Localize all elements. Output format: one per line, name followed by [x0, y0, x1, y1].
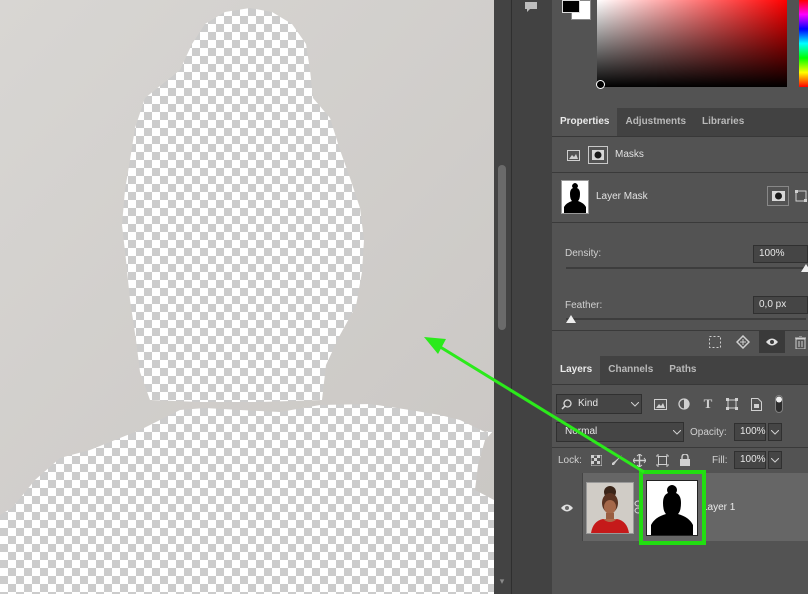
filter-toggle-icon[interactable]	[772, 393, 786, 415]
fill-label: Fill:	[712, 455, 728, 466]
tab-libraries[interactable]: Libraries	[694, 108, 752, 136]
comment-icon[interactable]	[520, 0, 542, 14]
layer-filter-select[interactable]: Kind	[556, 394, 642, 414]
density-slider[interactable]	[566, 267, 806, 269]
visibility-icon[interactable]	[759, 331, 785, 353]
hue-slider[interactable]	[799, 0, 808, 87]
density-label: Density:	[565, 248, 602, 259]
filter-kind-label: Kind	[578, 398, 599, 409]
properties-panel: Properties Adjustments Libraries Masks L…	[552, 108, 808, 354]
color-panel	[552, 0, 808, 105]
lock-transparent-icon[interactable]	[589, 453, 603, 467]
filter-adjustment-icon[interactable]	[676, 396, 692, 412]
layer-visibility-icon[interactable]	[559, 502, 575, 514]
search-icon	[561, 399, 572, 410]
layer-mask-label: Layer Mask	[596, 191, 648, 202]
lock-label: Lock:	[558, 455, 582, 466]
lock-position-icon[interactable]	[632, 453, 646, 467]
layers-empty-area[interactable]	[552, 541, 808, 594]
color-picker-cursor[interactable]	[596, 80, 605, 89]
chevron-down-icon	[771, 429, 779, 435]
tab-adjustments[interactable]: Adjustments	[617, 108, 694, 136]
apply-mask-icon[interactable]	[735, 334, 751, 350]
properties-tab-bar: Properties Adjustments Libraries	[552, 108, 808, 137]
filter-pixel-icon[interactable]	[652, 396, 668, 412]
mask-highlight-box	[639, 470, 706, 545]
feather-input[interactable]: 0,0 px	[753, 296, 808, 314]
lock-artboard-icon[interactable]	[655, 453, 669, 467]
type-icon[interactable]: T	[700, 396, 716, 412]
tab-properties[interactable]: Properties	[552, 108, 618, 136]
transform-icon[interactable]	[724, 396, 740, 412]
lock-pixels-icon[interactable]	[610, 453, 624, 467]
feather-slider-knob[interactable]	[566, 315, 576, 323]
scroll-down-icon[interactable]: ▾	[496, 576, 508, 590]
mask-thumbnail[interactable]	[561, 180, 589, 214]
image-icon[interactable]	[566, 148, 580, 162]
smart-object-icon[interactable]	[748, 396, 764, 412]
tab-paths[interactable]: Paths	[661, 356, 704, 384]
masks-section-label: Masks	[615, 149, 644, 160]
cutout-preview	[0, 0, 494, 594]
opacity-input[interactable]: 100%	[734, 423, 766, 441]
dock-separator	[511, 0, 512, 594]
canvas-scrollbar[interactable]	[494, 0, 510, 594]
foreground-swatch-front[interactable]	[562, 0, 580, 13]
chevron-down-icon	[631, 402, 639, 407]
blend-mode-select[interactable]: Normal	[556, 422, 684, 442]
fill-dropdown-button[interactable]	[768, 451, 782, 469]
layers-tab-bar: Layers Channels Paths	[552, 356, 808, 385]
chevron-down-icon	[673, 430, 681, 435]
density-slider-knob[interactable]	[801, 264, 808, 272]
fill-input[interactable]: 100%	[734, 451, 766, 469]
color-field[interactable]	[597, 0, 787, 87]
load-selection-icon[interactable]	[707, 334, 723, 350]
feather-label: Feather:	[565, 300, 603, 311]
mask-icon[interactable]	[588, 146, 608, 164]
document-canvas[interactable]	[0, 0, 494, 594]
scrollbar-thumb[interactable]	[498, 165, 506, 330]
opacity-dropdown-button[interactable]	[768, 423, 782, 441]
lock-all-icon[interactable]	[678, 453, 692, 467]
chevron-down-icon	[771, 457, 779, 463]
opacity-label: Opacity:	[690, 427, 727, 438]
density-input[interactable]: 100%	[753, 245, 808, 263]
blend-mode-value: Normal	[565, 426, 598, 437]
delete-icon[interactable]	[792, 334, 808, 350]
pixel-mask-button[interactable]	[767, 186, 789, 206]
tab-channels[interactable]: Channels	[600, 356, 661, 384]
feather-slider[interactable]	[566, 318, 806, 320]
vector-mask-icon[interactable]	[794, 186, 808, 206]
panel-dock-gutter	[510, 0, 552, 594]
layer-image-thumbnail[interactable]	[586, 482, 634, 534]
tab-layers[interactable]: Layers	[552, 356, 601, 384]
layer-name[interactable]: Layer 1	[702, 502, 735, 513]
